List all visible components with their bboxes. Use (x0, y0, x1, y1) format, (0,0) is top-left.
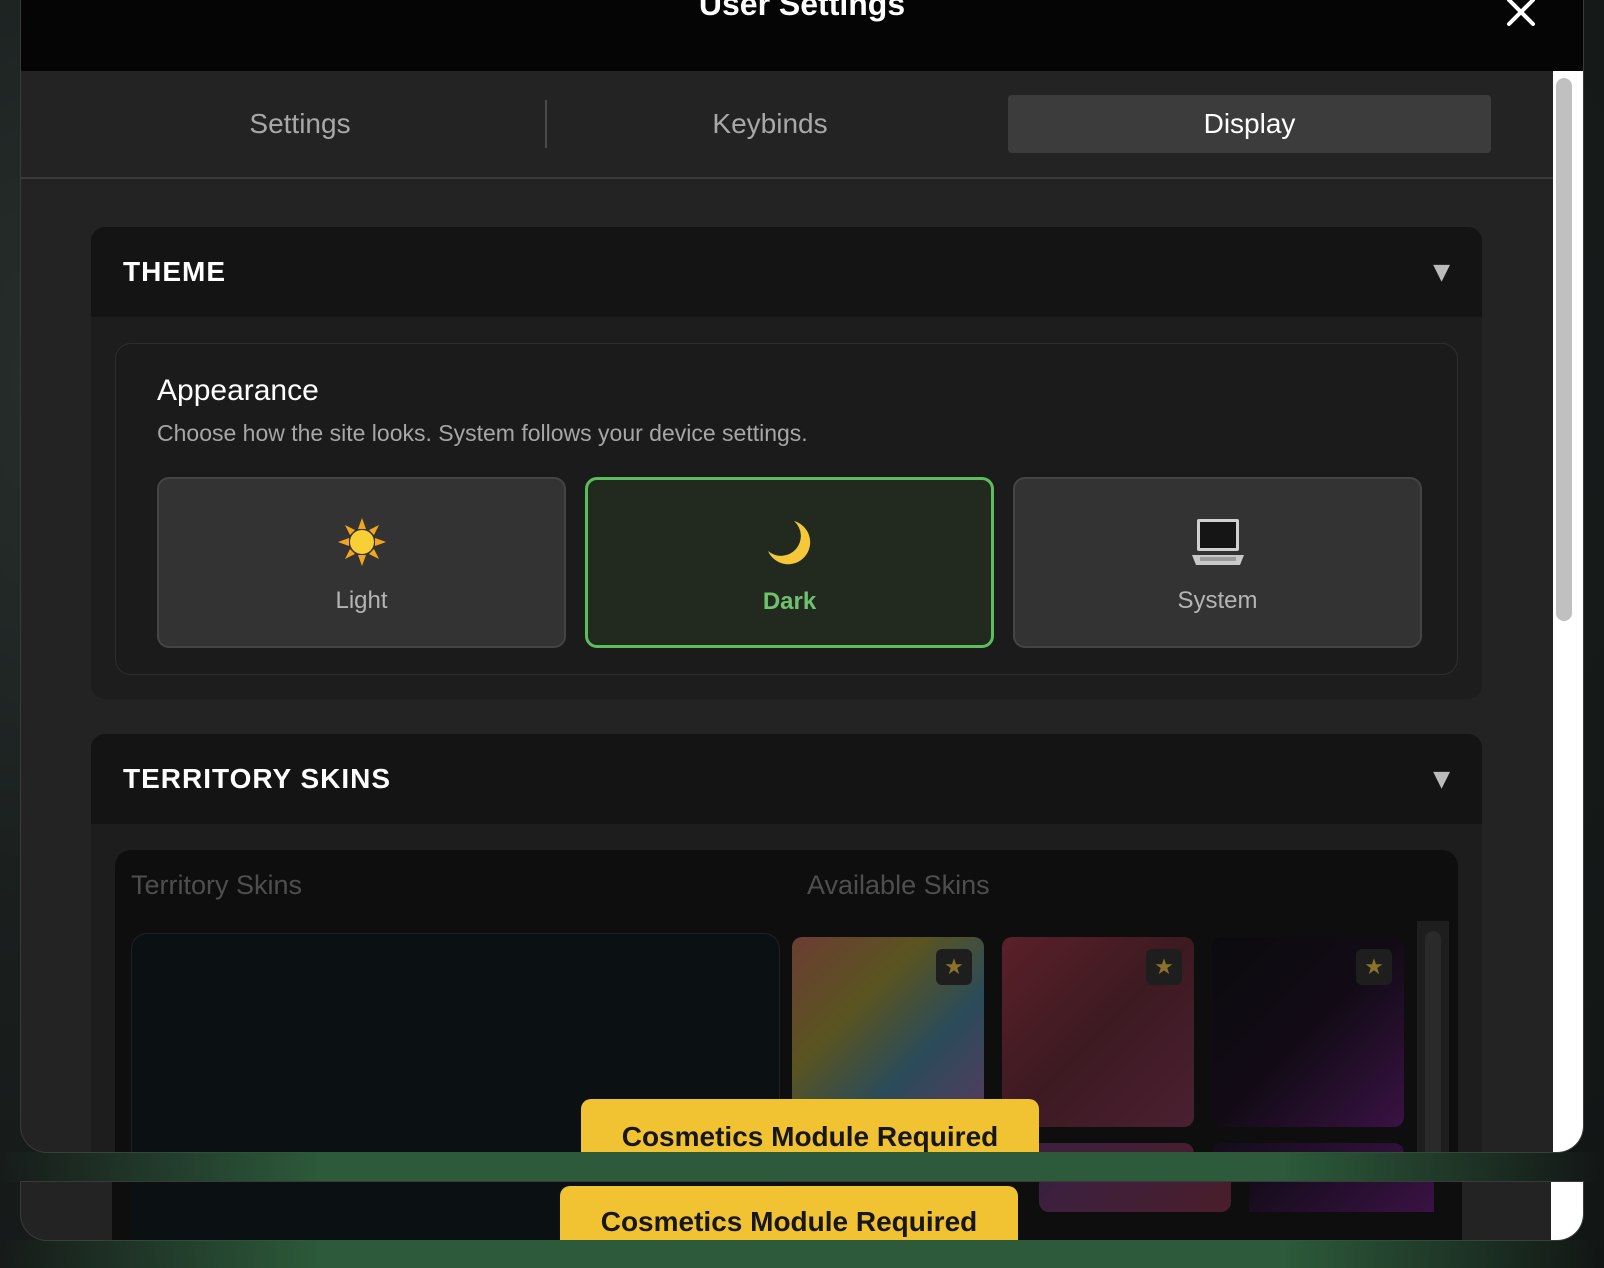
laptop-icon (1191, 519, 1244, 565)
theme-option-light[interactable]: Light (157, 477, 566, 648)
territory-skins-header[interactable]: TERRITORY SKINS ▼ (91, 734, 1482, 824)
territory-skins-section: TERRITORY SKINS ▼ Territory Skins Availa… (91, 734, 1482, 1152)
chevron-down-icon: ▼ (1433, 259, 1450, 285)
cosmetics-required-banner-duplicate[interactable]: Cosmetics Module Required (560, 1186, 1018, 1240)
star-icon[interactable]: ★ (936, 949, 972, 985)
appearance-card: Appearance Choose how the site looks. Sy… (115, 343, 1458, 675)
moon-icon (767, 521, 810, 565)
sun-icon (337, 518, 386, 566)
appearance-subtitle: Choose how the site looks. System follow… (157, 420, 808, 446)
theme-option-dark-label: Dark (762, 588, 817, 615)
skin-tile[interactable]: ★ (1212, 937, 1404, 1127)
modal-title: User Settings (698, 0, 906, 22)
theme-section: THEME ▼ Appearance Choose how the site l… (91, 227, 1482, 699)
theme-section-header[interactable]: THEME ▼ (91, 227, 1482, 317)
background-strip (0, 1240, 1604, 1268)
theme-option-dark[interactable]: Dark (585, 477, 994, 648)
star-icon[interactable]: ★ (1146, 949, 1182, 985)
theme-option-system[interactable]: System (1013, 477, 1422, 648)
skin-tile[interactable] (1212, 1143, 1404, 1152)
tab-bar: Settings Keybinds Display (21, 71, 1553, 179)
modal-header: User Settings (21, 0, 1583, 71)
available-skins-label: Available Skins (807, 870, 990, 900)
cosmetics-required-banner[interactable]: Cosmetics Module Required (581, 1099, 1039, 1152)
settings-modal: User Settings Settings Keybinds Display … (21, 0, 1583, 1152)
theme-option-light-label: Light (335, 587, 388, 614)
theme-section-title: THEME (123, 256, 226, 287)
tab-keybinds[interactable]: Keybinds (541, 95, 999, 153)
tab-settings[interactable]: Settings (61, 95, 539, 153)
close-button[interactable] (1501, 0, 1541, 32)
modal-scrollbar-thumb[interactable] (1556, 78, 1572, 621)
skins-scrollbar[interactable] (1417, 921, 1449, 1152)
tab-display[interactable]: Display (1008, 95, 1491, 153)
theme-option-system-label: System (1177, 587, 1258, 614)
close-icon (1507, 0, 1535, 26)
modal-bottom-duplicate: Cosmetics Module Required (21, 1182, 1583, 1240)
territory-skins-title: TERRITORY SKINS (123, 763, 392, 794)
star-icon[interactable]: ★ (1356, 949, 1392, 985)
background-strip (0, 1152, 1604, 1182)
territory-skins-label: Territory Skins (131, 870, 303, 900)
appearance-title: Appearance (157, 374, 319, 407)
chevron-down-icon: ▼ (1433, 766, 1450, 792)
